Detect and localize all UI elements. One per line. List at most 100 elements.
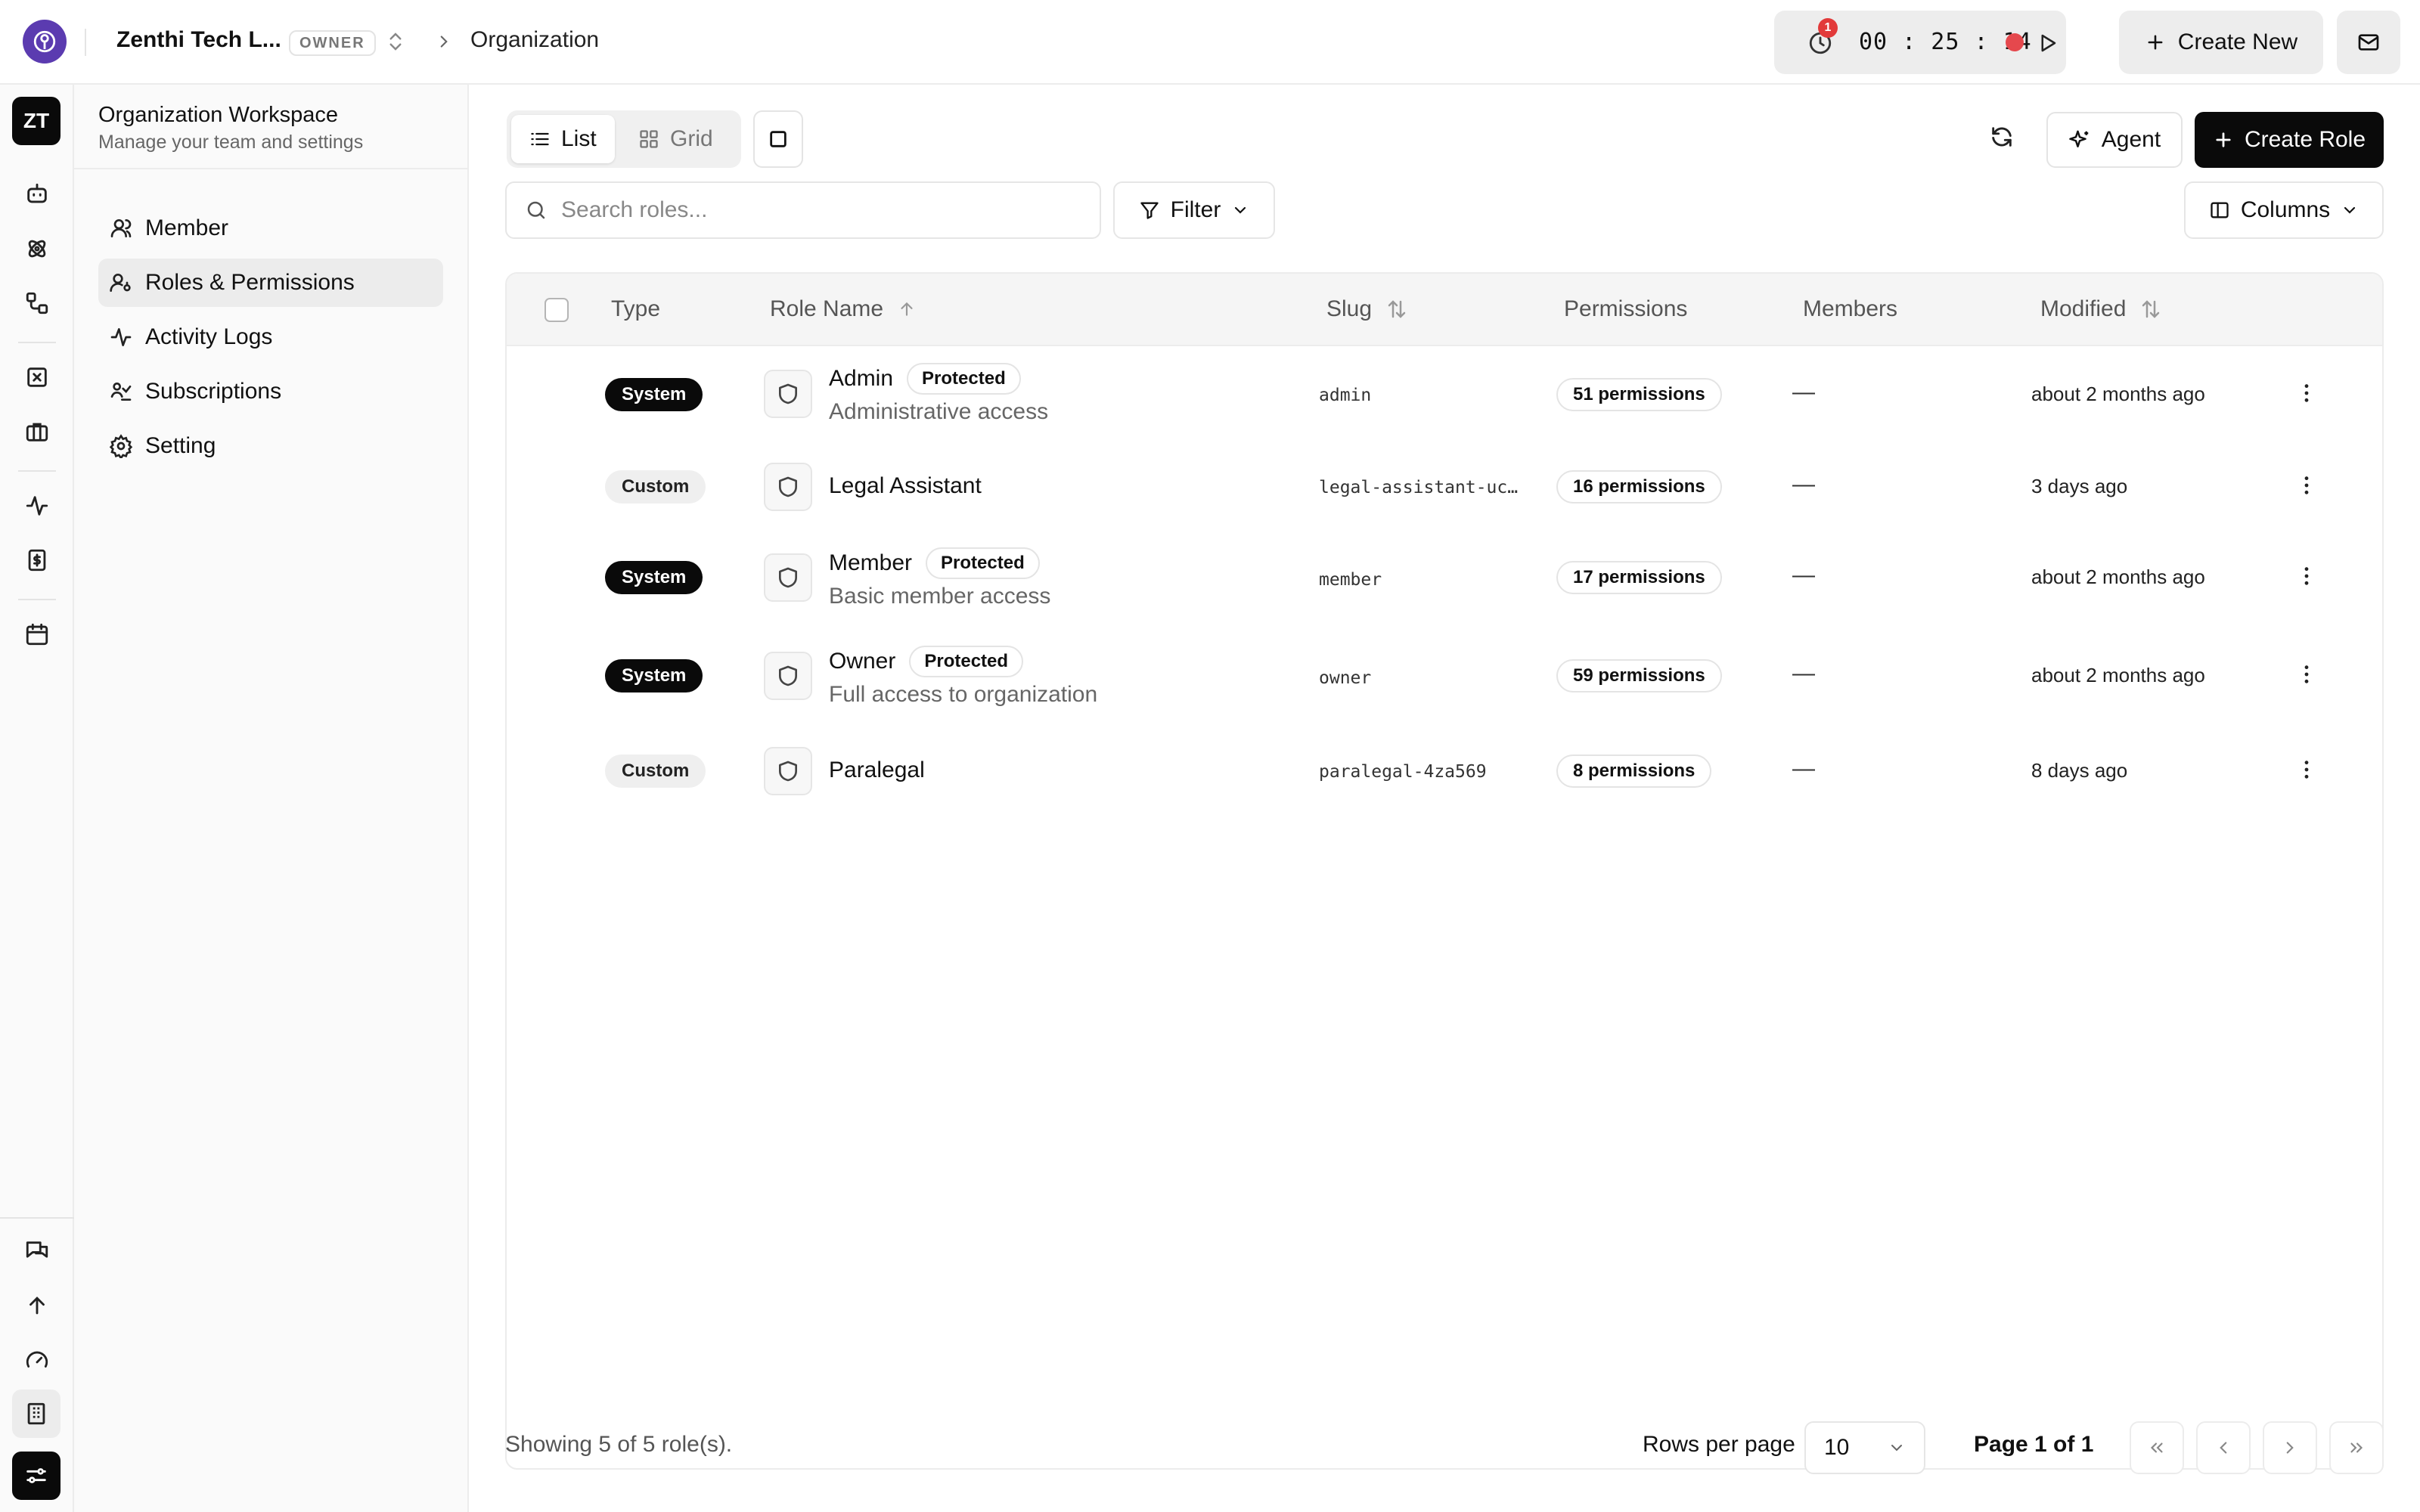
table-row[interactable]: System Member Protected Basic member acc… [507,531,2382,626]
column-header-role-name[interactable]: Role Name [770,296,917,322]
sort-asc-icon [901,302,913,316]
more-vertical-icon[interactable] [2294,473,2319,497]
settings-sliders-icon[interactable] [12,1452,60,1500]
column-label: Modified [2040,296,2127,321]
role-name[interactable]: Legal Assistant [829,473,982,499]
role-name[interactable]: Admin Protected [829,363,1021,395]
refresh-icon[interactable] [1989,124,2015,150]
sidebar-item-member[interactable]: Member [98,204,443,253]
gauge-icon[interactable] [24,1347,50,1373]
type-badge: System [605,561,703,594]
activity-icon[interactable] [24,493,50,519]
column-header-permissions[interactable]: Permissions [1564,296,1687,322]
role-description: Administrative access [829,399,1049,424]
table-row[interactable]: System Owner Protected Full access to or… [507,626,2382,724]
members-count: — [1792,472,1815,497]
column-header-modified[interactable]: Modified [2040,296,2162,322]
square-toggle-button[interactable] [753,110,803,168]
building-icon[interactable] [12,1390,60,1438]
role-slug: legal-assistant-ucs… [1319,478,1523,497]
org-role-badge: OWNER [289,30,376,56]
more-vertical-icon[interactable] [2294,758,2319,782]
columns-label: Columns [2240,197,2331,222]
subscriptions-icon [110,383,132,401]
role-slug: member [1319,570,1382,590]
mail-button[interactable] [2337,11,2400,74]
create-new-button[interactable]: Create New [2119,11,2323,74]
record-icon[interactable] [2006,33,2024,51]
workspace-avatar[interactable]: ZT [12,97,60,145]
arrow-up-icon[interactable] [24,1293,50,1318]
next-page-button[interactable] [2263,1421,2317,1474]
previous-page-button[interactable] [2196,1421,2251,1474]
column-label: Permissions [1564,296,1688,321]
permissions-badge[interactable]: 17 permissions [1556,561,1722,594]
permissions-badge[interactable]: 51 permissions [1556,378,1722,411]
column-header-type[interactable]: Type [611,296,660,322]
mail-icon [2358,34,2379,51]
chevron-right-icon [434,32,454,51]
chevrons-up-down-icon[interactable] [384,30,407,53]
view-grid-button[interactable]: Grid [620,115,731,163]
close-square-icon[interactable] [24,364,50,390]
role-description: Full access to organization [829,682,1098,707]
sidebar-item-roles-permissions[interactable]: Roles & Permissions [98,259,443,307]
sidebar-item-setting[interactable]: Setting [98,422,443,470]
table-row[interactable]: Custom Paralegal paralegal-4za569 8 perm… [507,724,2382,812]
table-row[interactable]: System Admin Protected Administrative ac… [507,346,2382,442]
role-name[interactable]: Member Protected [829,547,1040,579]
protected-badge: Protected [909,646,1024,677]
column-header-members[interactable]: Members [1803,296,1897,322]
rail-divider [18,470,56,472]
sidebar-item-activity-logs[interactable]: Activity Logs [98,313,443,361]
role-description: Basic member access [829,584,1051,609]
invoice-icon[interactable] [24,547,50,573]
view-list-button[interactable]: List [511,115,615,163]
column-label: Slug [1326,296,1373,321]
sidebar-item-label: Setting [145,433,216,458]
sidebar-item-label: Activity Logs [145,324,273,349]
create-role-button[interactable]: Create Role [2195,112,2384,168]
messages-icon[interactable] [24,1238,50,1264]
more-vertical-icon[interactable] [2294,381,2319,405]
filter-button[interactable]: Filter [1113,181,1275,239]
search-icon [527,201,545,219]
plus-icon [2216,132,2231,147]
sidebar-item-subscriptions[interactable]: Subscriptions [98,367,443,416]
rows-per-page-select[interactable]: 10 [1804,1421,1925,1474]
role-name[interactable]: Owner Protected [829,646,1024,677]
columns-button[interactable]: Columns [2184,181,2384,239]
agent-button[interactable]: Agent [2046,112,2183,168]
search-input[interactable] [561,197,1075,223]
org-name[interactable]: Zenthi Tech L... [116,27,281,53]
rows-per-page-value: 10 [1824,1435,1850,1460]
more-vertical-icon[interactable] [2294,564,2319,588]
select-all-checkbox[interactable] [544,298,569,322]
role-name[interactable]: Paralegal [829,758,925,783]
agent-label: Agent [2101,127,2161,152]
members-count: — [1792,562,1815,587]
briefcase-icon[interactable] [24,419,50,445]
calendar-icon[interactable] [24,621,50,647]
sort-icon [2142,300,2160,318]
more-vertical-icon[interactable] [2294,662,2319,686]
table-row[interactable]: Custom Legal Assistant legal-assistant-u… [507,442,2382,531]
sidebar-subtitle: Manage your team and settings [98,132,364,153]
chevrons-right-icon [2350,1442,2363,1453]
first-page-button[interactable] [2130,1421,2184,1474]
permissions-badge[interactable]: 8 permissions [1556,754,1712,788]
atom-icon[interactable] [24,236,50,262]
user-icon [110,219,132,237]
permissions-badge[interactable]: 59 permissions [1556,659,1722,692]
top-bar: Zenthi Tech L... OWNER Organization 1 00… [0,0,2420,85]
permissions-badge[interactable]: 16 permissions [1556,470,1722,503]
time-tracker: 1 00 : 25 : 14 [1774,11,2066,74]
type-badge: Custom [605,470,706,503]
last-page-button[interactable] [2329,1421,2384,1474]
play-icon[interactable] [2036,32,2059,54]
roles-table: Type Role Name Slug Permissions Members … [505,272,2384,1470]
bot-icon[interactable] [24,181,50,207]
workflow-icon[interactable] [24,290,50,316]
column-header-slug[interactable]: Slug [1326,296,1408,322]
app-logo-icon[interactable] [23,20,67,64]
